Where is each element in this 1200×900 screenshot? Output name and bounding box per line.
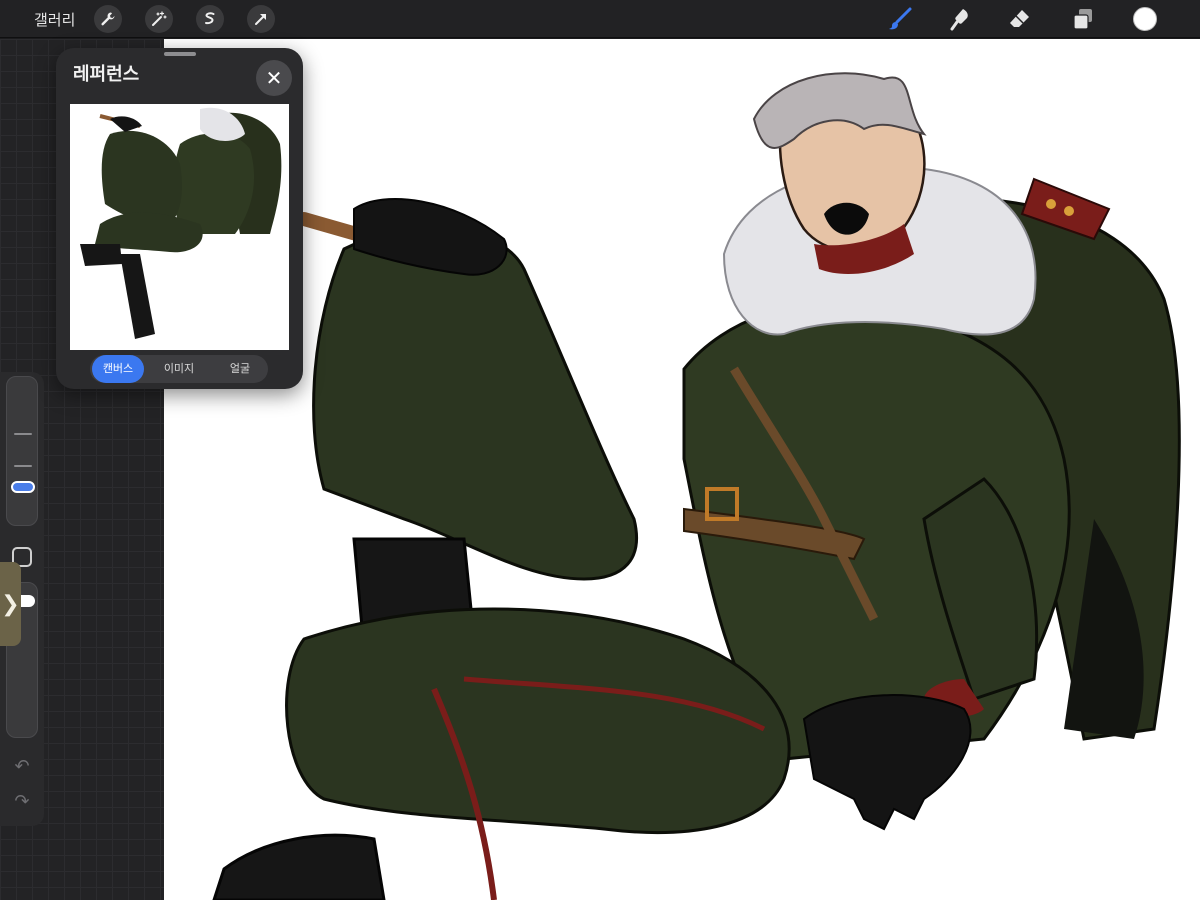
chevron-right-icon: ❯ — [1, 591, 20, 617]
undo-icon[interactable]: ↶ — [10, 757, 34, 777]
gallery-button[interactable]: 갤러리 — [34, 9, 75, 30]
brush-size-handle[interactable] — [11, 481, 35, 493]
reference-preview — [70, 104, 289, 350]
layers-icon[interactable] — [1068, 5, 1098, 33]
smudge-icon[interactable] — [945, 5, 975, 33]
close-button[interactable]: ✕ — [256, 60, 292, 96]
wrench-icon[interactable] — [94, 5, 122, 33]
drawing-canvas[interactable] — [164, 39, 1200, 900]
magic-wand-icon[interactable] — [145, 5, 173, 33]
reference-mode-segmented-control[interactable]: 캔버스 이미지 얼굴 — [90, 355, 268, 383]
segment-face[interactable]: 얼굴 — [214, 355, 266, 383]
artwork-illustration — [212, 72, 1181, 900]
slider-tick — [14, 465, 32, 467]
redo-icon[interactable]: ↷ — [10, 792, 34, 812]
selection-icon[interactable] — [196, 5, 224, 33]
reference-panel[interactable]: 레퍼런스 ✕ 캔버스 이미지 얼굴 — [56, 48, 303, 389]
reference-thumbnail — [80, 107, 282, 339]
sidebar-expand-tab[interactable]: ❯ — [0, 562, 21, 646]
slider-tick — [14, 433, 32, 435]
top-toolbar: 갤러리 — [0, 0, 1200, 38]
transform-arrow-icon[interactable] — [247, 5, 275, 33]
color-picker-swatch[interactable] — [1133, 7, 1157, 31]
segment-canvas[interactable]: 캔버스 — [92, 355, 144, 383]
eraser-icon[interactable] — [1005, 5, 1035, 33]
reference-title: 레퍼런스 — [73, 64, 140, 85]
brush-size-slider[interactable] — [6, 376, 38, 526]
brush-icon[interactable] — [885, 5, 915, 33]
drag-handle[interactable] — [164, 52, 196, 56]
segment-image[interactable]: 이미지 — [153, 355, 205, 383]
close-icon: ✕ — [265, 66, 283, 90]
